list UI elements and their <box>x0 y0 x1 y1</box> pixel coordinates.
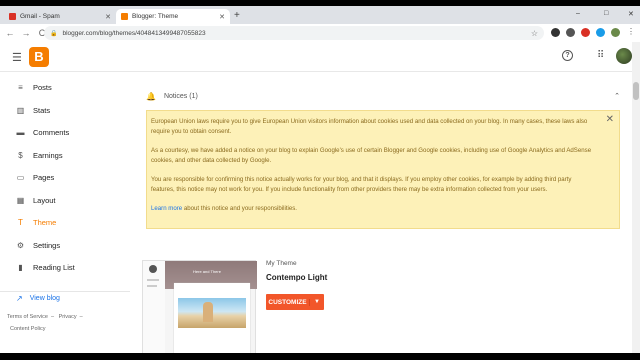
hamburger-menu-icon[interactable]: ☰ <box>12 51 22 64</box>
back-icon[interactable]: ← <box>4 28 16 38</box>
sidebar-item-label: Comments <box>33 127 70 137</box>
close-icon[interactable]: ✕ <box>606 115 614 125</box>
url-text: blogger.com/blog/themes/4048413499487055… <box>62 29 206 37</box>
blogger-page: ☰ B ? ⠿ ≡ Posts ▥ Stats ▬ Comments $ Ear… <box>0 42 640 353</box>
eu-cookie-notice: ✕ European Union laws require you to giv… <box>146 110 620 229</box>
terms-link[interactable]: Terms of Service <box>7 314 48 320</box>
address-bar-row: ← → C 🔒 blogger.com/blog/themes/40484134… <box>0 24 640 42</box>
extension-icon[interactable] <box>596 28 605 37</box>
sidebar-item-comments[interactable]: ▬ Comments <box>0 122 130 142</box>
app-header: ☰ B ? ⠿ <box>0 42 640 72</box>
browser-menu-icon[interactable]: ⋮ <box>627 28 635 37</box>
theme-icon: T <box>18 217 23 227</box>
view-blog-link[interactable]: ↗ View blog <box>16 294 60 303</box>
extension-icon[interactable] <box>566 28 575 37</box>
posts-icon: ≡ <box>18 82 23 92</box>
sidebar-item-label: Layout <box>33 195 56 205</box>
preview-image-tower <box>203 302 213 322</box>
stats-icon: ▥ <box>16 105 25 115</box>
sidebar-item-label: Posts <box>33 82 52 92</box>
new-tab-button[interactable]: + <box>234 10 240 21</box>
layout-icon: ▦ <box>16 195 25 205</box>
view-blog-label: View blog <box>29 295 60 302</box>
sidebar-item-label: Settings <box>33 240 61 250</box>
preview-sidebar <box>143 261 165 353</box>
sidebar: ≡ Posts ▥ Stats ▬ Comments $ Earnings ▭ … <box>0 73 132 353</box>
settings-icon: ⚙ <box>16 240 25 250</box>
sidebar-item-earnings[interactable]: $ Earnings <box>0 145 130 165</box>
page-scrollbar[interactable] <box>632 42 640 353</box>
notice-paragraph: Learn more about this notice and your re… <box>151 204 595 214</box>
tab-title: Gmail - Spam <box>20 13 60 20</box>
close-tab-icon[interactable]: ✕ <box>219 13 225 21</box>
notice-paragraph: European Union laws require you to give … <box>151 118 588 135</box>
footer-separator: – <box>79 314 83 320</box>
footer-separator: – <box>50 314 55 320</box>
tab-title: Blogger: Theme <box>132 13 179 20</box>
minimize-button[interactable]: – <box>576 10 580 17</box>
scrollbar-thumb[interactable] <box>633 82 639 100</box>
customize-button[interactable]: CUSTOMIZE ▼ <box>266 294 324 310</box>
notices-header[interactable]: 🔔 Notices (1) ⌃ <box>146 87 624 105</box>
sidebar-item-theme[interactable]: T Theme <box>0 212 130 232</box>
content-policy-link[interactable]: Content Policy <box>10 326 45 332</box>
sidebar-divider <box>0 291 130 292</box>
learn-more-link[interactable]: Learn more <box>151 205 182 212</box>
blogger-icon <box>121 13 128 20</box>
avatar[interactable] <box>616 48 632 64</box>
maximize-button[interactable]: □ <box>604 10 608 17</box>
forward-icon[interactable]: → <box>20 28 32 38</box>
gmail-icon <box>9 13 16 20</box>
sidebar-item-settings[interactable]: ⚙ Settings <box>0 235 130 255</box>
chevron-down-icon[interactable]: ▼ <box>310 299 324 305</box>
pages-icon: ▭ <box>16 172 25 182</box>
reading-list-icon: ▮ <box>18 262 23 272</box>
close-window-button[interactable]: ✕ <box>628 10 634 18</box>
browser-tab-bar: Gmail - Spam ✕ Blogger: Theme ✕ + – □ ✕ <box>0 6 640 24</box>
sidebar-item-label: Earnings <box>33 150 63 160</box>
preview-title: Here and There <box>193 269 221 274</box>
preview-line <box>147 279 159 281</box>
my-theme-label: My Theme <box>266 260 297 267</box>
url-field[interactable]: 🔒 blogger.com/blog/themes/40484134994870… <box>44 26 544 40</box>
notice-text: about this notice and your responsibilit… <box>182 205 298 212</box>
sidebar-item-reading-list[interactable]: ▮ Reading List <box>0 257 130 277</box>
customize-label: CUSTOMIZE <box>266 298 310 306</box>
sidebar-item-posts[interactable]: ≡ Posts <box>0 77 130 97</box>
sidebar-item-label: Theme <box>33 217 57 227</box>
comments-icon: ▬ <box>16 127 25 137</box>
sidebar-item-label: Reading List <box>33 262 75 272</box>
notice-paragraph: You are responsible for confirming this … <box>151 176 572 193</box>
help-icon[interactable]: ? <box>562 50 573 61</box>
notices-title: Notices (1) <box>163 92 198 100</box>
extension-icon[interactable] <box>581 28 590 37</box>
bookmark-star-icon[interactable]: ☆ <box>531 29 538 38</box>
notice-paragraph: As a courtesy, we have added a notice on… <box>151 147 592 164</box>
sidebar-item-label: Pages <box>33 172 55 182</box>
notification-bell-icon: 🔔 <box>146 91 156 101</box>
theme-name: Contempo Light <box>266 273 328 282</box>
close-tab-icon[interactable]: ✕ <box>105 13 111 21</box>
sidebar-item-pages[interactable]: ▭ Pages <box>0 167 130 187</box>
sidebar-item-layout[interactable]: ▦ Layout <box>0 190 130 210</box>
footer-links: Terms of Service – Privacy – Content Polic… <box>7 311 127 335</box>
theme-preview-thumbnail[interactable]: Here and There <box>142 260 257 353</box>
profile-avatar[interactable] <box>611 28 620 37</box>
sidebar-item-label: Stats <box>33 105 51 115</box>
main-content: 🔔 Notices (1) ⌃ ✕ European Union laws re… <box>132 73 632 353</box>
apps-grid-icon[interactable]: ⠿ <box>597 50 604 61</box>
tab-gmail[interactable]: Gmail - Spam ✕ <box>4 9 116 24</box>
privacy-link[interactable]: Privacy <box>59 314 77 320</box>
blogger-logo[interactable]: B <box>29 47 49 67</box>
tab-blogger[interactable]: Blogger: Theme ✕ <box>116 9 230 24</box>
preview-avatar <box>149 265 157 273</box>
sidebar-item-stats[interactable]: ▥ Stats <box>0 100 130 120</box>
theme-info: My Theme Contempo Light CUSTOMIZE ▼ <box>266 260 327 310</box>
preview-line <box>147 285 157 287</box>
chevron-up-icon[interactable]: ⌃ <box>614 92 620 100</box>
open-external-icon: ↗ <box>16 294 23 303</box>
lock-icon: 🔒 <box>50 30 58 37</box>
extension-icon[interactable] <box>551 28 560 37</box>
earnings-icon: $ <box>18 150 23 160</box>
